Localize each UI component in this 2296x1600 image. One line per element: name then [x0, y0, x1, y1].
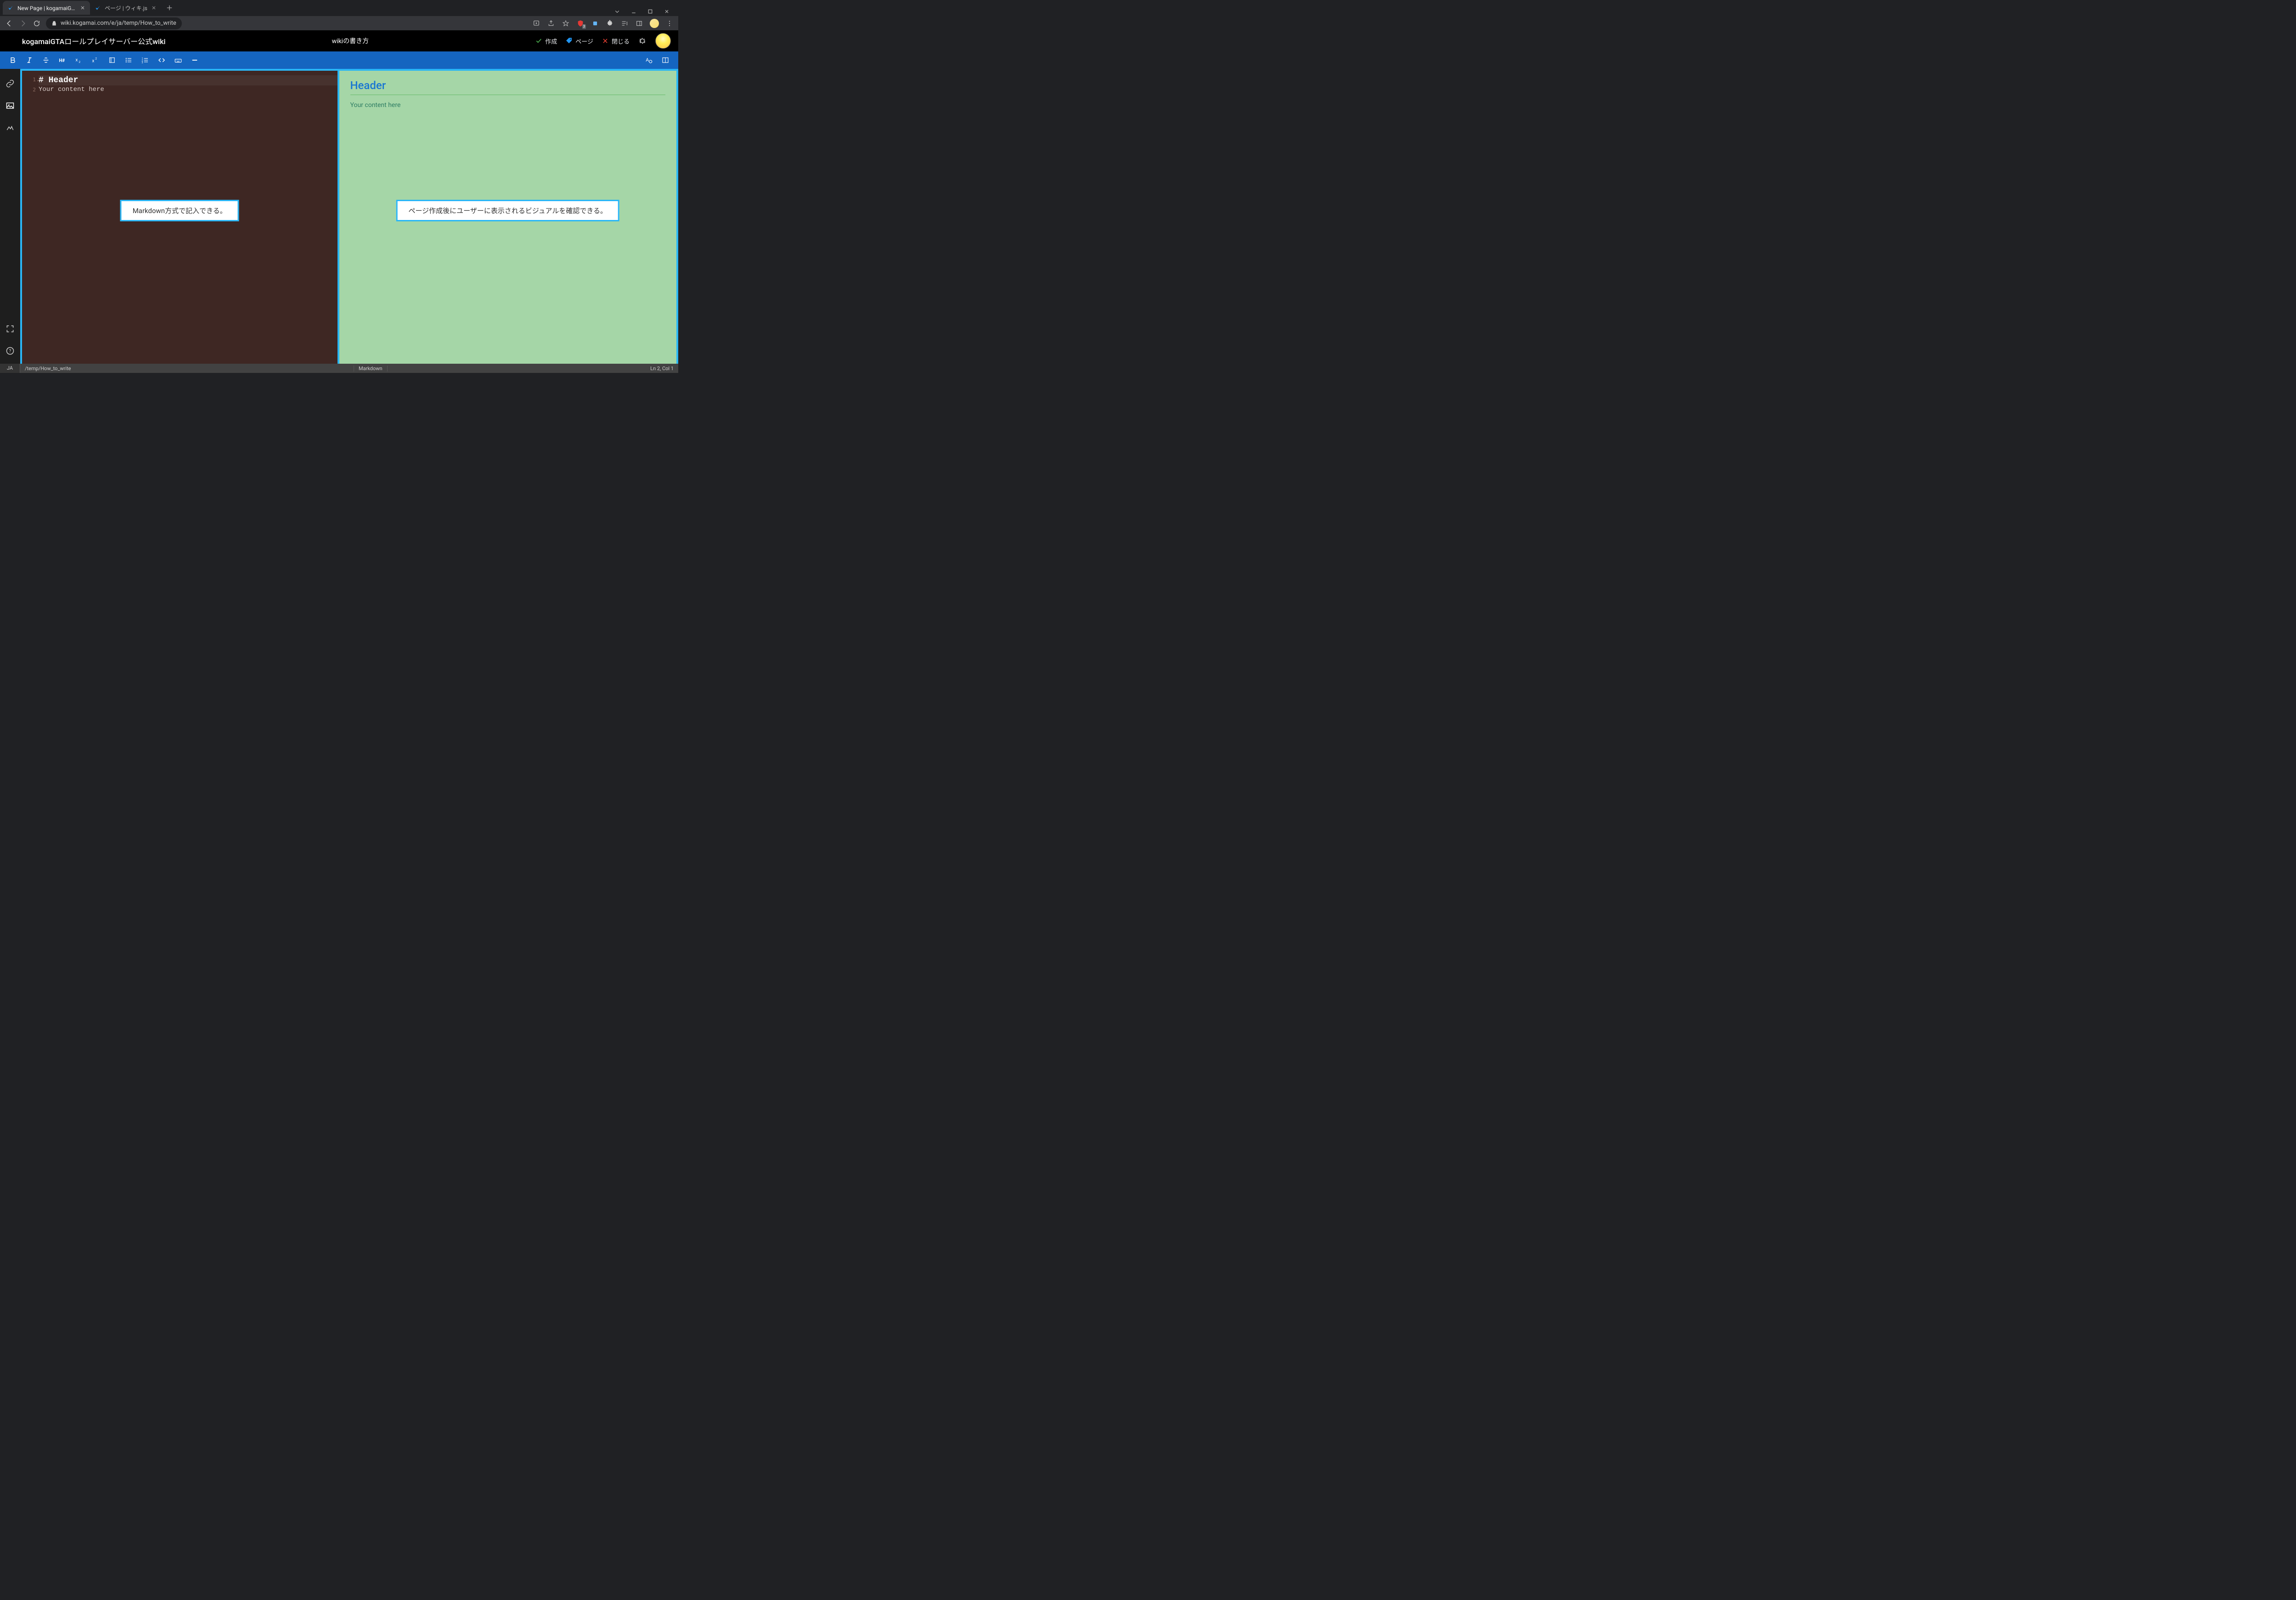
preview-pane: Header Your content here ページ作成後にユーザーに表示さ…	[339, 71, 679, 364]
code-button[interactable]	[154, 53, 169, 68]
user-avatar[interactable]	[655, 33, 671, 49]
editor-sidebar: ?	[0, 69, 20, 364]
wiki-favicon-icon	[95, 5, 101, 11]
create-button[interactable]: 作成	[535, 37, 557, 45]
preview-callout: ページ作成後にユーザーに表示されるビジュアルを確認できる。	[396, 200, 619, 221]
image-icon[interactable]	[5, 100, 16, 111]
strikethrough-button[interactable]	[39, 53, 53, 68]
svg-text:2: 2	[95, 57, 97, 61]
link-icon[interactable]	[5, 78, 16, 89]
check-icon	[535, 37, 542, 45]
line-gutter: 1▸ 2	[22, 71, 39, 364]
side-panel-icon[interactable]	[635, 19, 643, 28]
chevron-down-icon[interactable]	[613, 7, 621, 16]
window-controls	[606, 7, 678, 16]
keyboard-button[interactable]	[171, 53, 186, 68]
svg-text:?: ?	[9, 349, 11, 354]
tab-label: New Page | kogamaiGTAロールプレ	[17, 4, 76, 12]
editor-line-2: Your content here	[39, 85, 338, 94]
forward-button[interactable]	[18, 19, 28, 28]
blockquote-button[interactable]	[105, 53, 119, 68]
settings-button[interactable]	[638, 36, 647, 45]
superscript-button[interactable]: x2	[88, 53, 103, 68]
editor-line-1: # Header	[39, 75, 338, 85]
share-icon[interactable]	[547, 19, 555, 28]
svg-text:A: A	[646, 57, 649, 63]
extensions-puzzle-icon[interactable]	[606, 19, 614, 28]
close-button[interactable]: 閉じる	[602, 37, 630, 45]
browser-titlebar: New Page | kogamaiGTAロールプレ ページ | ウィキ.js	[0, 0, 678, 16]
markdown-editor[interactable]: 1▸ 2 # Header Your content here Markdown…	[22, 71, 339, 364]
italic-button[interactable]	[22, 53, 37, 68]
editor-callout: Markdown方式で記入できる。	[120, 200, 239, 221]
help-icon[interactable]: ?	[5, 345, 16, 356]
maximize-icon[interactable]	[646, 7, 654, 16]
preview-header: Header	[350, 79, 666, 95]
address-bar[interactable]: wiki.kogamai.com/e/ja/temp/How_to_write	[46, 17, 182, 29]
status-mode[interactable]: Markdown	[354, 366, 388, 372]
reload-button[interactable]	[32, 19, 41, 28]
main-area: ? 1▸ 2 # Header Your content here Markdo…	[0, 69, 678, 364]
fullscreen-icon[interactable]	[5, 323, 16, 334]
url-text: wiki.kogamai.com/e/ja/temp/How_to_write	[61, 20, 176, 27]
horizontal-rule-button[interactable]	[187, 53, 202, 68]
extension-icon[interactable]	[591, 19, 599, 28]
profile-avatar[interactable]	[650, 19, 659, 28]
close-icon[interactable]	[80, 5, 85, 11]
heading-button[interactable]: H#	[55, 53, 70, 68]
bold-button[interactable]	[6, 53, 20, 68]
back-button[interactable]	[5, 19, 14, 28]
tab-strip: New Page | kogamaiGTAロールプレ ページ | ウィキ.js	[0, 0, 175, 16]
page-button[interactable]: ページ	[565, 37, 593, 45]
status-bar: JA /temp/How_to_write Markdown Ln 2, Col…	[0, 364, 678, 373]
status-lang[interactable]: JA	[0, 364, 20, 373]
preview-body: Your content here	[350, 101, 666, 109]
close-icon[interactable]	[151, 5, 157, 11]
unordered-list-button[interactable]	[121, 53, 136, 68]
diagram-icon[interactable]	[5, 122, 16, 133]
svg-text:3: 3	[142, 62, 143, 64]
lock-icon	[51, 21, 57, 26]
status-path[interactable]: /temp/How_to_write	[20, 366, 76, 372]
app-header: kogamaiGTAロールプレイサーバー公式wiki wikiの書き方 作成 ペ…	[0, 30, 678, 51]
minimize-icon[interactable]	[630, 7, 638, 16]
browser-toolbar: wiki.kogamai.com/e/ja/temp/How_to_write …	[0, 16, 678, 30]
bookmark-star-icon[interactable]	[562, 19, 570, 28]
format-settings-button[interactable]: A	[642, 53, 656, 68]
kebab-menu-icon[interactable]	[665, 19, 674, 28]
wiki-favicon-icon	[7, 5, 14, 11]
site-title[interactable]: kogamaiGTAロールプレイサーバー公式wiki	[7, 35, 166, 46]
status-cursor-pos: Ln 2, Col 1	[646, 366, 678, 372]
ublock-icon[interactable]: 3	[576, 19, 585, 28]
tag-icon	[565, 37, 573, 45]
tab-label: ページ | ウィキ.js	[105, 4, 147, 12]
ordered-list-button[interactable]: 123	[138, 53, 152, 68]
tab-1[interactable]: ページ | ウィキ.js	[90, 1, 161, 15]
svg-text:H#: H#	[59, 58, 65, 63]
tab-0[interactable]: New Page | kogamaiGTAロールプレ	[3, 1, 90, 15]
subscript-button[interactable]: x2	[72, 53, 86, 68]
new-tab-button[interactable]	[164, 2, 175, 13]
install-app-icon[interactable]	[532, 19, 540, 28]
svg-text:x: x	[92, 59, 95, 64]
reading-list-icon[interactable]	[620, 19, 629, 28]
split-view-button[interactable]	[658, 53, 673, 68]
svg-text:x: x	[76, 57, 78, 62]
window-close-icon[interactable]	[663, 7, 671, 16]
svg-text:2: 2	[79, 60, 80, 64]
editor-toolbar: H# x2 x2 123 A	[0, 51, 678, 69]
page-title: wikiの書き方	[173, 36, 528, 45]
close-icon	[602, 37, 609, 45]
